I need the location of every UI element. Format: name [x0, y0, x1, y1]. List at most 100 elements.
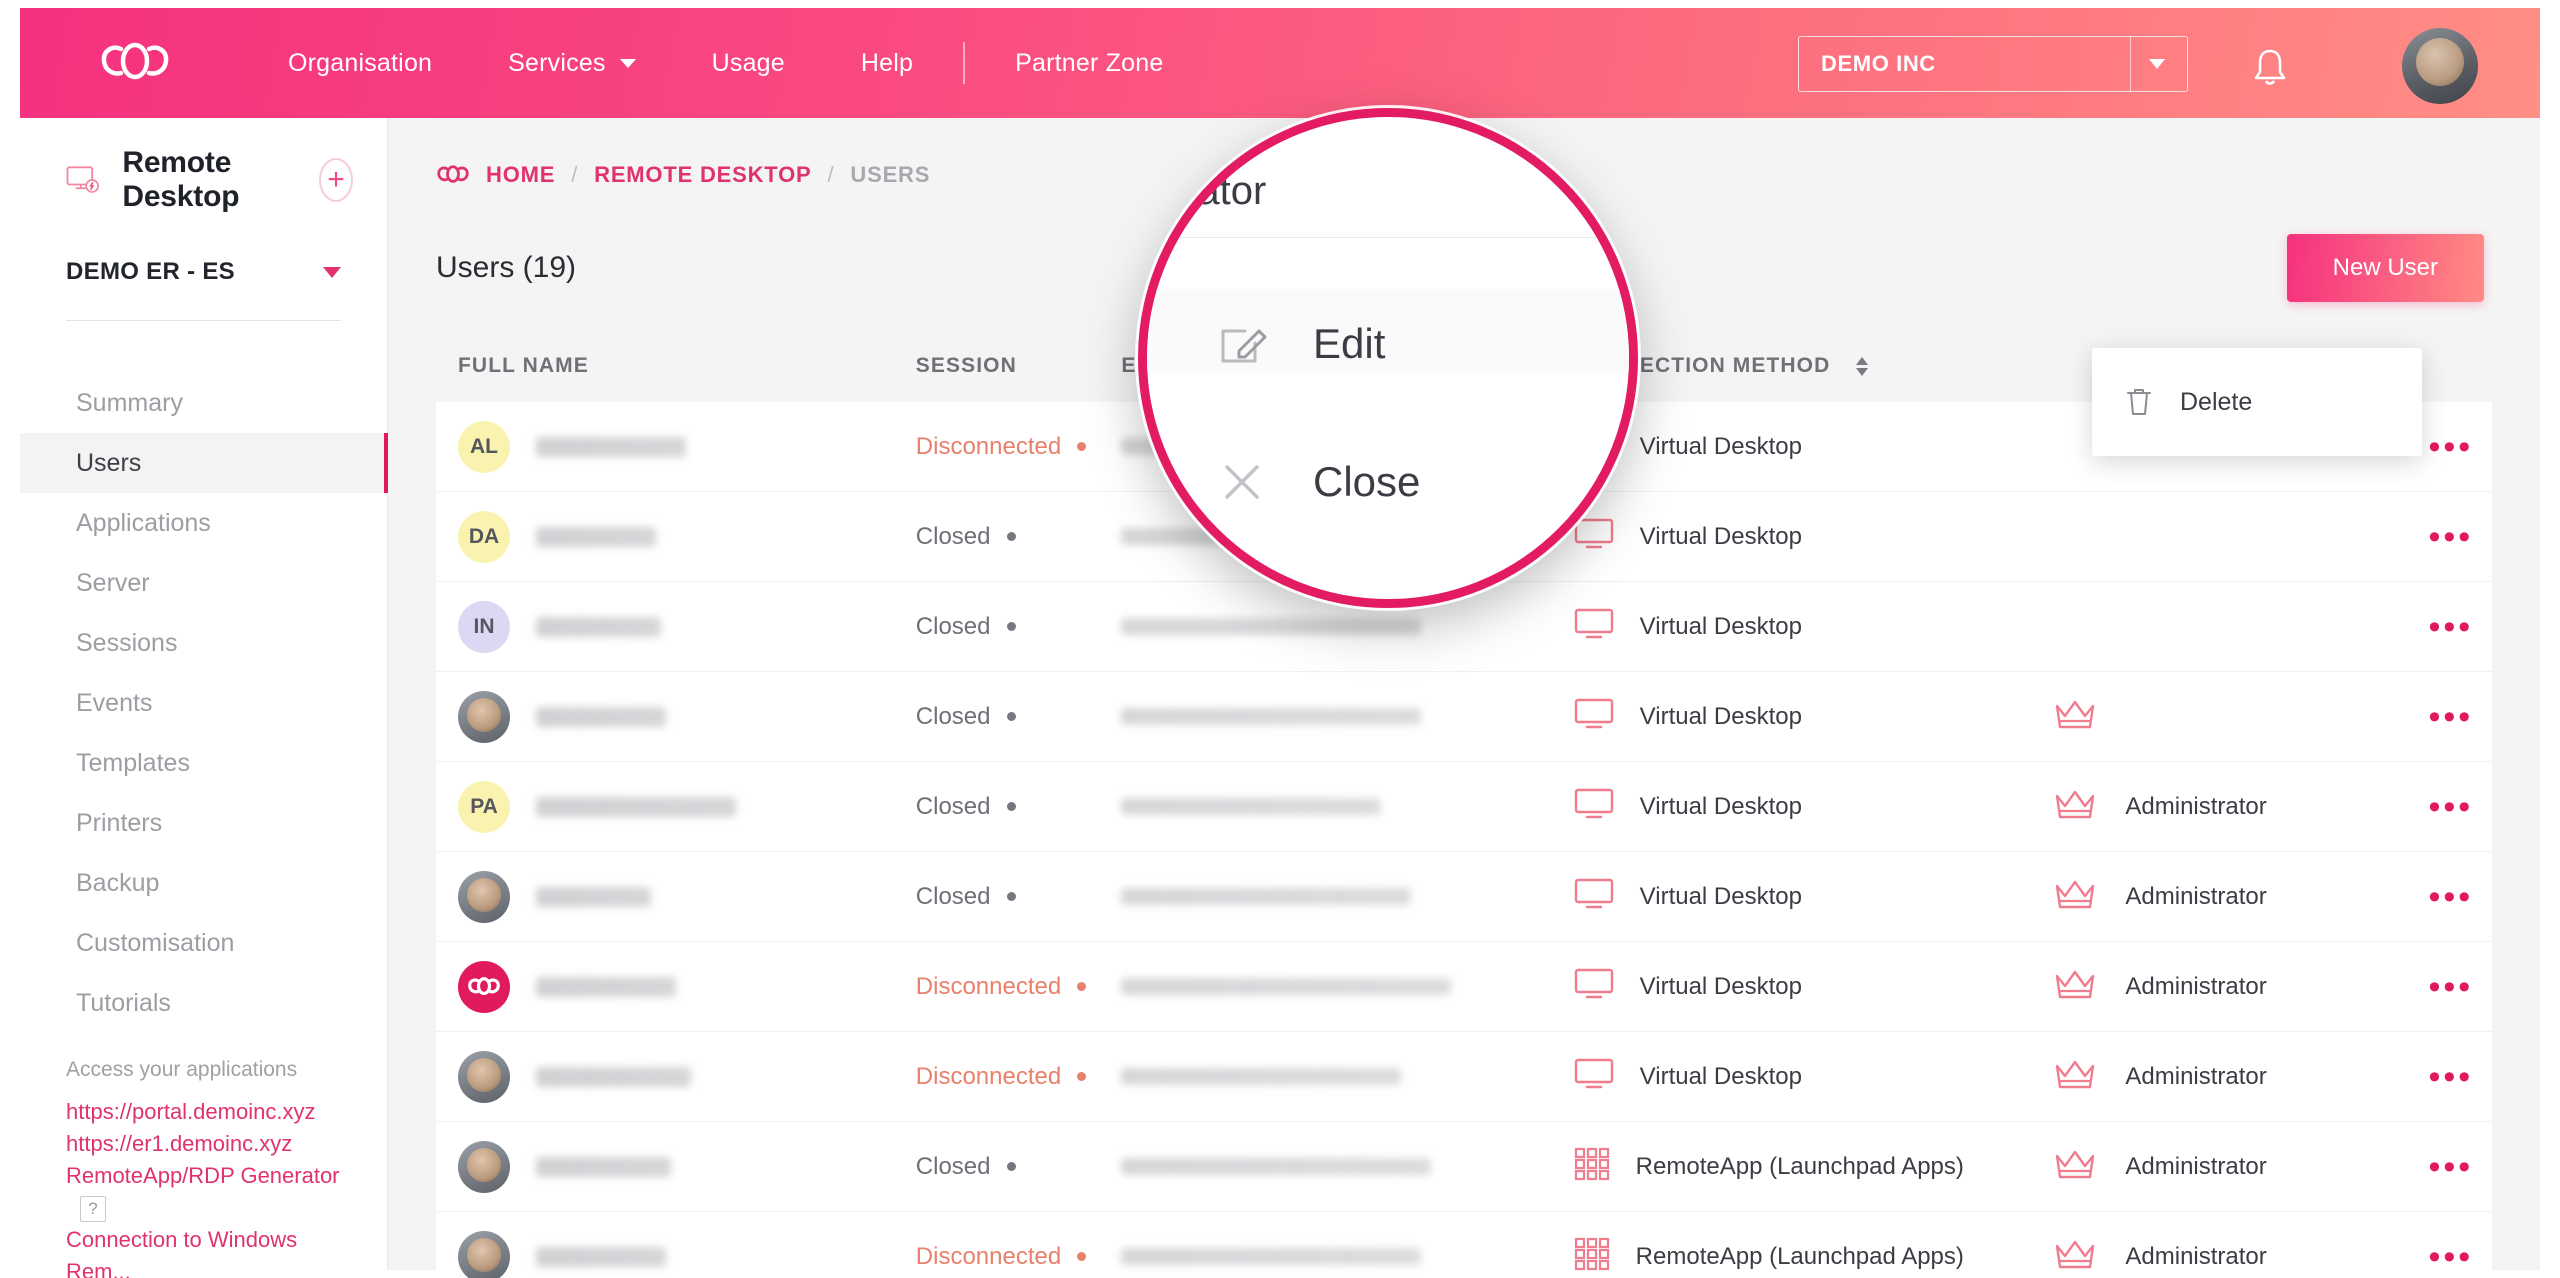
- brand-logo[interactable]: [20, 37, 250, 89]
- role-label: Administrator: [2125, 1062, 2267, 1090]
- cell-full-name: [436, 1050, 916, 1103]
- remoteapp-grid-icon: [1574, 1147, 1610, 1186]
- sort-toggle-icon[interactable]: [1856, 356, 1869, 376]
- help-badge-icon[interactable]: ?: [80, 1196, 106, 1223]
- avatar: [458, 1050, 510, 1103]
- session-status-text: Disconnected: [915, 1242, 1062, 1270]
- session-status-text: Closed: [915, 522, 991, 550]
- remoteapp-rdp-generator-link[interactable]: RemoteApp/RDP Generator?: [66, 1160, 341, 1224]
- sidebar-item-server[interactable]: Server: [20, 553, 387, 613]
- column-header-full-name[interactable]: FULL NAME: [436, 354, 916, 378]
- nav-label: Usage: [711, 48, 785, 77]
- avatar[interactable]: [2402, 28, 2478, 104]
- nav-item-services[interactable]: Services: [470, 49, 673, 78]
- row-actions-menu-button[interactable]: •••: [2429, 1150, 2474, 1184]
- breadcrumb-separator: /: [571, 162, 579, 187]
- row-actions-menu-button[interactable]: •••: [2429, 520, 2474, 554]
- column-label: SESSION: [915, 354, 1017, 377]
- row-actions-menu-button[interactable]: •••: [2429, 970, 2474, 1004]
- notification-bell-icon[interactable]: [2250, 46, 2290, 95]
- table-row[interactable]: Disconnected Virtual Desktop Administrator…: [436, 1032, 2492, 1122]
- sidebar-item-summary[interactable]: Summary: [20, 373, 387, 433]
- crown-icon: [2053, 696, 2097, 737]
- table-row[interactable]: Disconnected RemoteApp (Launchpad Apps) Ad…: [436, 1212, 2492, 1278]
- table-row[interactable]: Closed RemoteApp (Launchpad Apps) Administ…: [436, 1122, 2492, 1212]
- virtual-desktop-icon: [1574, 788, 1614, 825]
- cell-connection-method: Virtual Desktop: [1574, 518, 2054, 555]
- organisation-selector[interactable]: DEMO INC: [1798, 36, 2188, 92]
- windows-remote-connection-link[interactable]: Connection to Windows Rem...: [66, 1224, 341, 1278]
- row-actions-menu-button[interactable]: •••: [2429, 1240, 2474, 1274]
- magnifier-content: trator Edit Close: [1147, 117, 1629, 599]
- sidebar-item-users[interactable]: Users: [20, 433, 388, 493]
- breadcrumb-home[interactable]: HOME: [486, 162, 555, 188]
- portal-link[interactable]: https://portal.demoinc.xyz: [66, 1096, 341, 1128]
- sidebar-item-events[interactable]: Events: [20, 673, 387, 733]
- sidebar-item-label: Templates: [76, 748, 190, 777]
- connection-method-label: Virtual Desktop: [1639, 522, 1802, 550]
- cell-session: Disconnected: [916, 1243, 1122, 1271]
- connection-method-label: Virtual Desktop: [1639, 792, 1802, 820]
- sidebar-org-name: DEMO ER - ES: [66, 258, 235, 285]
- column-header-session[interactable]: SESSION: [916, 354, 1122, 378]
- magnified-menu-item-edit[interactable]: Edit: [1215, 317, 1385, 371]
- table-row[interactable]: PA Closed Virtual Desktop Administrator •••: [436, 762, 2492, 852]
- nav-item-organisation[interactable]: Organisation: [250, 49, 470, 78]
- cell-email: [1121, 978, 1573, 995]
- row-actions-menu-button[interactable]: •••: [2429, 700, 2474, 734]
- cell-full-name: [436, 690, 916, 743]
- sidebar-item-customisation[interactable]: Customisation: [20, 913, 387, 973]
- crown-icon: [2053, 786, 2097, 827]
- user-full-name-redacted: [536, 886, 651, 907]
- avatar: PA: [458, 780, 510, 833]
- chevron-down-icon: [619, 58, 636, 68]
- magnifier-divider: [1147, 237, 1629, 238]
- sidebar-item-printers[interactable]: Printers: [20, 793, 387, 853]
- user-full-name-redacted: [536, 436, 686, 457]
- sidebar: Remote Desktop + DEMO ER - ES Summary Us…: [20, 118, 388, 1278]
- connection-method-label: Virtual Desktop: [1639, 702, 1802, 730]
- table-row[interactable]: Disconnected Virtual Desktop Administrator…: [436, 942, 2492, 1032]
- session-status-text: Closed: [915, 882, 991, 910]
- cell-actions: •••: [2410, 1150, 2492, 1184]
- user-full-name-redacted: [536, 1246, 666, 1267]
- cell-actions: •••: [2410, 430, 2492, 464]
- remoteapp-grid-icon: [1574, 1237, 1610, 1276]
- magnified-menu-item-close[interactable]: Close: [1215, 455, 1420, 509]
- row-actions-menu-button[interactable]: •••: [2429, 880, 2474, 914]
- sidebar-item-backup[interactable]: Backup: [20, 853, 387, 913]
- role-label: Administrator: [2125, 1152, 2267, 1180]
- cell-session: Closed: [916, 703, 1122, 731]
- column-header-connection-method[interactable]: CONNECTION METHOD: [1574, 354, 2054, 378]
- row-actions-menu-button[interactable]: •••: [2429, 1060, 2474, 1094]
- user-email-redacted: [1121, 1248, 1422, 1265]
- nav-item-partner-zone[interactable]: Partner Zone: [977, 49, 1201, 78]
- context-menu-item-delete[interactable]: Delete: [2092, 364, 2422, 440]
- column-label: FULL NAME: [458, 354, 589, 377]
- nav-item-help[interactable]: Help: [823, 49, 951, 78]
- virtual-desktop-icon: [1574, 608, 1614, 645]
- status-dot-icon: [1006, 892, 1016, 901]
- sidebar-service-title: Remote Desktop: [122, 146, 240, 213]
- nav-label: Services: [508, 48, 606, 77]
- sidebar-item-label: Backup: [76, 868, 160, 897]
- new-user-button[interactable]: New User: [2286, 234, 2484, 302]
- add-service-button[interactable]: +: [319, 158, 353, 202]
- table-row[interactable]: Closed Virtual Desktop •••: [436, 672, 2492, 762]
- table-row[interactable]: Closed Virtual Desktop Administrator •••: [436, 852, 2492, 942]
- row-actions-menu-button[interactable]: •••: [2429, 430, 2474, 464]
- role-label: Administrator: [2125, 792, 2267, 820]
- cell-session: Closed: [916, 613, 1122, 641]
- sidebar-item-sessions[interactable]: Sessions: [20, 613, 387, 673]
- sidebar-org-selector[interactable]: DEMO ER - ES: [20, 214, 387, 286]
- sidebar-item-templates[interactable]: Templates: [20, 733, 387, 793]
- sidebar-item-label: Customisation: [76, 928, 235, 957]
- sidebar-item-tutorials[interactable]: Tutorials: [20, 973, 387, 1033]
- breadcrumb-remote-desktop[interactable]: REMOTE DESKTOP: [594, 162, 811, 188]
- row-actions-menu-button[interactable]: •••: [2429, 790, 2474, 824]
- er1-link[interactable]: https://er1.demoinc.xyz: [66, 1128, 341, 1160]
- link-label: RemoteApp/RDP Generator: [66, 1163, 340, 1188]
- row-actions-menu-button[interactable]: •••: [2429, 610, 2474, 644]
- sidebar-item-applications[interactable]: Applications: [20, 493, 387, 553]
- nav-item-usage[interactable]: Usage: [674, 49, 823, 78]
